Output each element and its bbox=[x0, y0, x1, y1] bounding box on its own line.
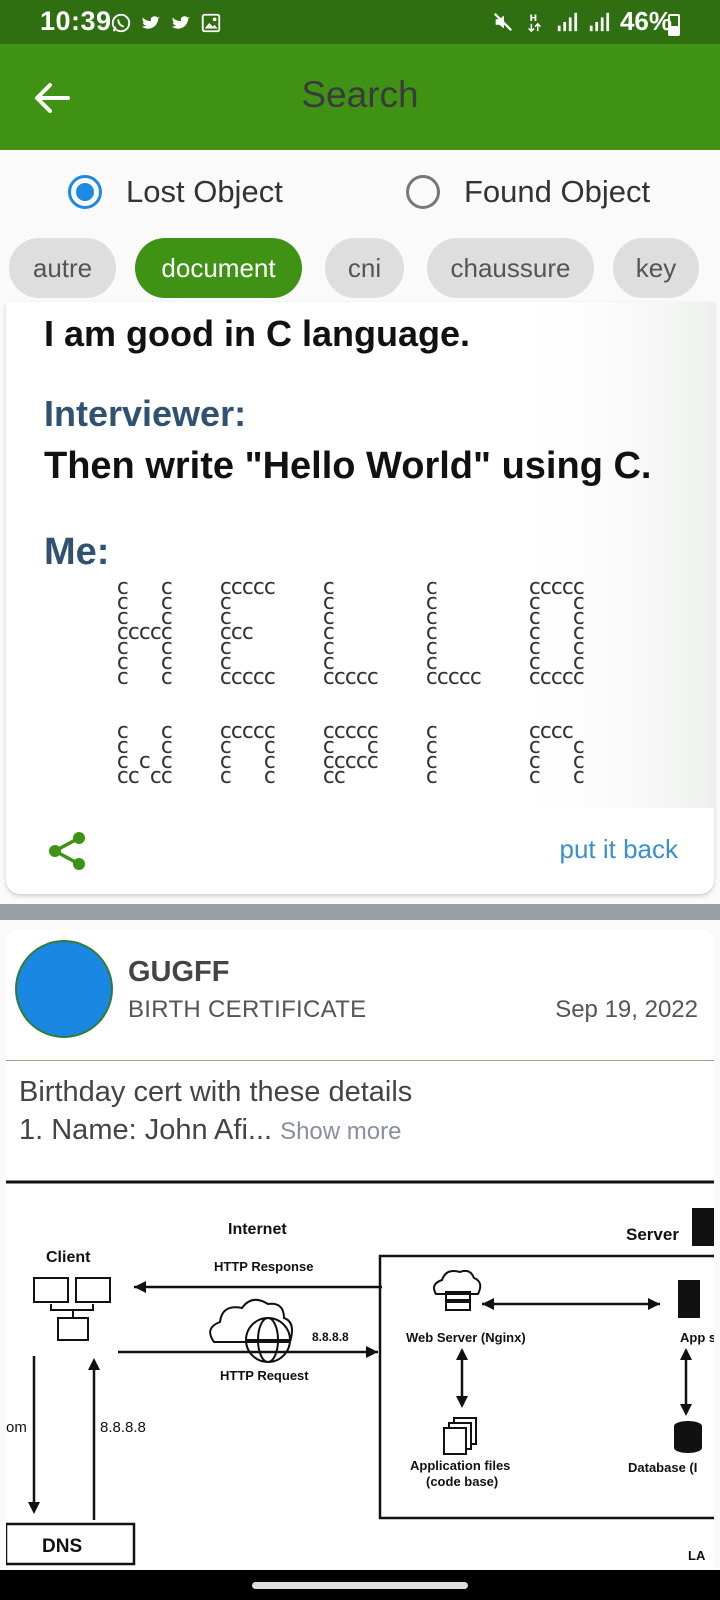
signal-icon bbox=[557, 12, 578, 31]
radio-unchecked-icon bbox=[406, 175, 440, 209]
battery-percent: 46% bbox=[619, 6, 672, 36]
status-left-icons bbox=[110, 12, 222, 34]
share-icon[interactable] bbox=[46, 830, 88, 872]
ascii-glyph: c bbox=[263, 665, 276, 690]
ascii-glyph: c bbox=[160, 665, 173, 690]
radio-label: Found Object bbox=[464, 174, 651, 209]
whatsapp-icon bbox=[111, 13, 131, 33]
object-image: Internet Server Client HTTP Response 8.8… bbox=[6, 1164, 714, 1570]
description-line2: 1. Name: John Afi... Show more bbox=[19, 1114, 401, 1147]
screen: 10:39 H 46% Search Lost Object Found Obj… bbox=[0, 0, 720, 1600]
twitter-icon bbox=[171, 16, 191, 29]
status-time: 10:39 bbox=[40, 6, 112, 36]
ascii-glyph: c bbox=[366, 665, 379, 690]
list-divider bbox=[0, 904, 720, 920]
ascii-glyph: c bbox=[219, 764, 232, 789]
arrow-left-icon[interactable] bbox=[30, 76, 74, 120]
ascii-glyph: c bbox=[425, 764, 438, 789]
page-title: Search bbox=[301, 74, 419, 115]
owner-name: GUGFF bbox=[128, 956, 230, 988]
diagram-app-files: Application files bbox=[410, 1458, 510, 1473]
post-date: Sep 19, 2022 bbox=[555, 996, 698, 1023]
radio-lost-object[interactable]: Lost Object bbox=[68, 172, 283, 212]
image-text-line4: Me: bbox=[44, 531, 109, 573]
diagram-ip-label: 8.8.8.8 bbox=[100, 1419, 146, 1436]
image-text-line3: Then write "Hello World" using C. bbox=[44, 445, 651, 487]
app-bar: Search bbox=[0, 44, 720, 150]
home-gesture-pill[interactable] bbox=[252, 1582, 468, 1589]
ascii-glyph: c bbox=[160, 764, 173, 789]
diagram-internet-label: Internet bbox=[228, 1221, 287, 1238]
chip-document[interactable]: document bbox=[135, 238, 302, 298]
description-line1: Birthday cert with these details bbox=[19, 1076, 413, 1108]
mute-icon bbox=[493, 12, 513, 31]
category-chips: autre document cni chaussure key bbox=[0, 234, 720, 302]
system-nav-bar bbox=[0, 1570, 720, 1600]
battery-icon bbox=[668, 14, 680, 36]
divider bbox=[6, 1060, 714, 1061]
ascii-glyph: c bbox=[366, 749, 379, 774]
put-back-button[interactable]: put it back bbox=[559, 834, 678, 865]
diagram-client-label: Client bbox=[46, 1249, 91, 1266]
diagram-dns-label: DNS bbox=[42, 1536, 82, 1557]
ascii-glyph: c bbox=[333, 764, 346, 789]
ascii-glyph: c bbox=[116, 665, 129, 690]
object-category: BIRTH CERTIFICATE bbox=[128, 996, 367, 1023]
diagram-code-base: (code base) bbox=[426, 1474, 498, 1489]
description-text: 1. Name: John Afi... bbox=[19, 1114, 273, 1146]
show-more-link[interactable]: Show more bbox=[280, 1118, 401, 1145]
signal-icon bbox=[589, 12, 610, 31]
ascii-glyph: c bbox=[263, 764, 276, 789]
diagram-web-server: Web Server (Nginx) bbox=[406, 1330, 526, 1345]
chip-key[interactable]: key bbox=[613, 238, 699, 298]
ascii-glyph: c bbox=[572, 764, 585, 789]
gallery-icon bbox=[201, 13, 221, 33]
chip-autre[interactable]: autre bbox=[9, 238, 116, 298]
chip-chaussure[interactable]: chaussure bbox=[427, 238, 594, 298]
ascii-glyph: c bbox=[127, 764, 140, 789]
diagram-database: Database (I bbox=[628, 1460, 697, 1475]
avatar[interactable] bbox=[15, 940, 113, 1038]
hplus-data-icon: H bbox=[528, 13, 541, 32]
ascii-glyph: c bbox=[263, 575, 276, 600]
diagram-server-label: Server bbox=[626, 1225, 679, 1244]
image-text-line2: Interviewer: bbox=[44, 393, 246, 434]
status-bar: 10:39 H 46% bbox=[0, 0, 720, 44]
image-text-line1: I am good in C language. bbox=[44, 313, 470, 354]
object-type-radio-group: Lost Object Found Object bbox=[0, 150, 720, 234]
diagram-http-request: HTTP Request bbox=[220, 1368, 309, 1383]
radio-checked-icon bbox=[68, 175, 102, 209]
ascii-glyph: c bbox=[528, 764, 541, 789]
ascii-glyph: c bbox=[241, 620, 254, 645]
object-card[interactable]: GUGFF BIRTH CERTIFICATE Sep 19, 2022 Bir… bbox=[6, 930, 714, 1570]
ascii-glyph: c bbox=[469, 665, 482, 690]
twitter-icon bbox=[141, 16, 161, 29]
object-card[interactable]: I am good in C language. Interviewer: Th… bbox=[6, 302, 714, 894]
radio-found-object[interactable]: Found Object bbox=[406, 172, 650, 212]
chip-cni[interactable]: cni bbox=[325, 238, 404, 298]
diagram-om-label: om bbox=[6, 1419, 27, 1436]
diagram-app-server: App se bbox=[680, 1330, 714, 1345]
files-icon bbox=[443, 1417, 477, 1455]
svg-text:H: H bbox=[529, 13, 537, 24]
ascii-glyph: c bbox=[572, 665, 585, 690]
status-right: H 46% bbox=[492, 6, 672, 37]
database-icon bbox=[674, 1421, 702, 1453]
diagram-ip-label: 8.8.8.8 bbox=[312, 1330, 349, 1344]
radio-label: Lost Object bbox=[126, 174, 283, 209]
diagram-http-response: HTTP Response bbox=[214, 1259, 313, 1274]
diagram-la-label: LA bbox=[688, 1548, 706, 1563]
object-image: I am good in C language. Interviewer: Th… bbox=[6, 302, 714, 808]
